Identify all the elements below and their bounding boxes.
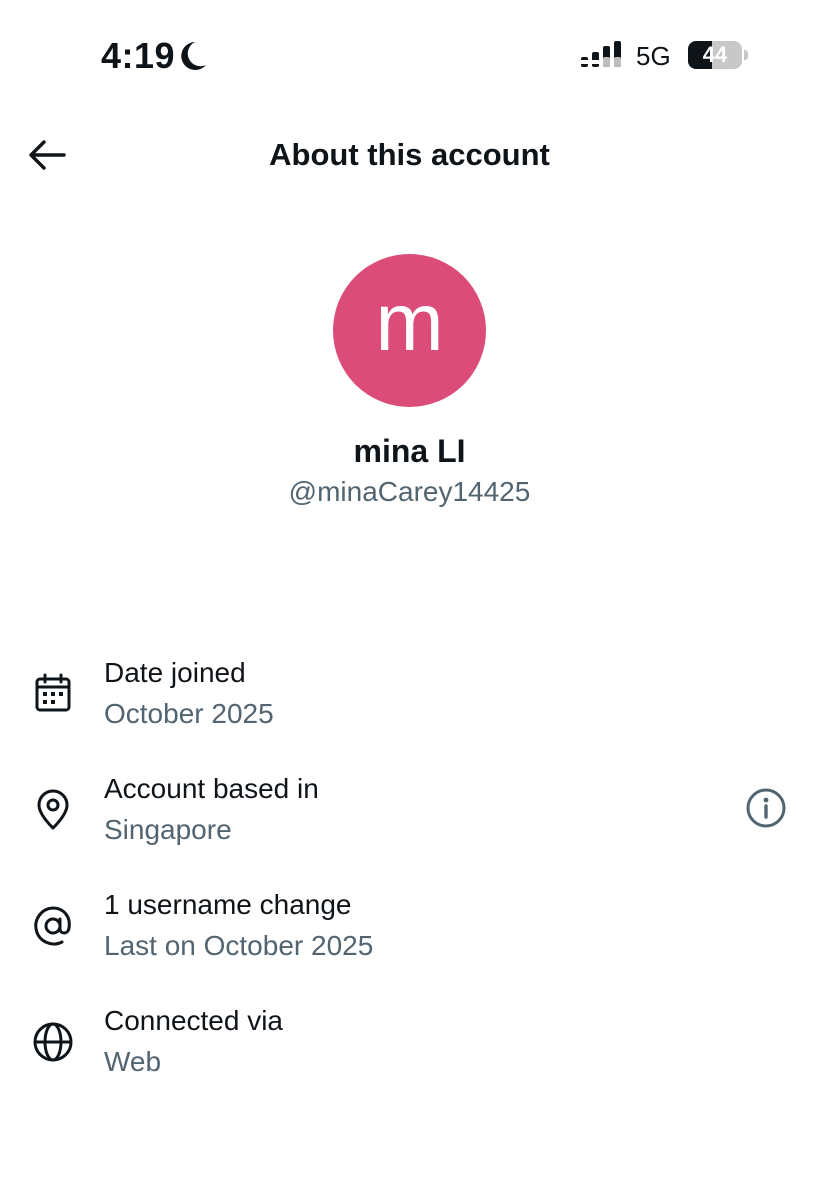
detail-date-joined: Date joined October 2025 <box>0 650 819 766</box>
account-details-list: Date joined October 2025 Account based i… <box>0 650 819 1114</box>
detail-value: Web <box>104 1046 162 1077</box>
location-pin-icon <box>31 788 75 832</box>
avatar: m <box>333 254 486 407</box>
detail-value: October 2025 <box>104 698 274 729</box>
moon-icon <box>179 40 207 72</box>
status-time: 4:19 <box>101 35 176 76</box>
detail-title: Connected via <box>104 1005 284 1036</box>
detail-value: Last on October 2025 <box>104 930 374 961</box>
detail-title: Account based in <box>104 773 319 804</box>
network-label: 5G <box>636 41 671 71</box>
location-info-button[interactable] <box>743 785 789 831</box>
user-handle: @minaCarey14425 <box>288 476 531 507</box>
back-arrow-icon <box>29 140 66 170</box>
page-title: About this account <box>269 137 550 172</box>
calendar-icon <box>31 672 75 716</box>
detail-account-location: Account based in Singapore <box>0 766 819 882</box>
detail-title: 1 username change <box>104 889 352 920</box>
detail-value: Singapore <box>104 814 232 845</box>
detail-connected-via: Connected via Web <box>0 998 819 1114</box>
battery-level: 44 <box>702 42 728 67</box>
status-bar: 4:19 5G 44 <box>0 0 819 110</box>
header: About this account <box>0 120 819 190</box>
battery-indicator: 44 <box>688 41 748 69</box>
info-icon <box>746 788 786 828</box>
back-button[interactable] <box>24 133 70 177</box>
globe-icon <box>31 1020 75 1064</box>
display-name: mina LI <box>353 433 466 469</box>
detail-title: Date joined <box>104 657 246 688</box>
signal-icon <box>580 40 626 70</box>
detail-username-changes: 1 username change Last on October 2025 <box>0 882 819 998</box>
at-sign-icon <box>31 904 75 948</box>
